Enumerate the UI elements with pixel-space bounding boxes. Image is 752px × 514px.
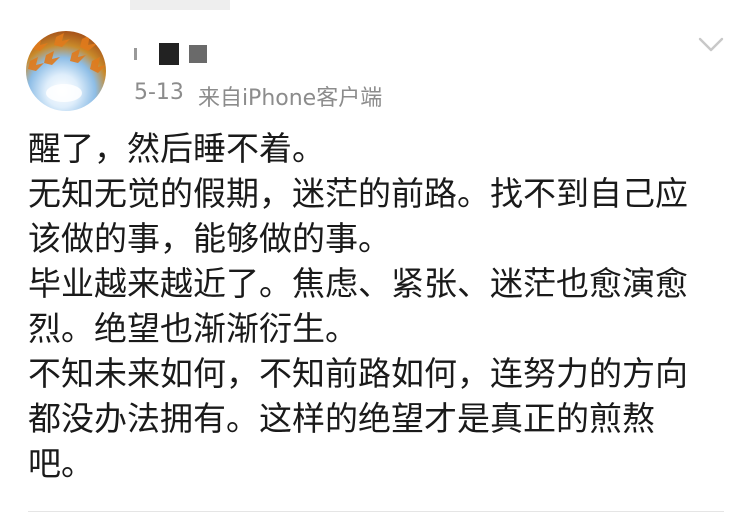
redaction-block bbox=[189, 45, 207, 63]
post-line: 该做的事，能够做的事。 bbox=[28, 219, 391, 258]
redaction-mark bbox=[134, 48, 137, 60]
post-line: 吧。 bbox=[28, 444, 94, 483]
post-content: 醒了，然后睡不着。 无知无觉的假期，迷茫的前路。找不到自己应 该做的事，能够做的… bbox=[28, 126, 728, 486]
redaction-block bbox=[159, 43, 179, 65]
post-time: 5-13 bbox=[134, 80, 184, 105]
post-meta: 5-13 来自iPhone客户端 bbox=[134, 80, 382, 112]
weibo-post-card: 5-13 来自iPhone客户端 醒了，然后睡不着。 无知无觉的假期，迷茫的前路… bbox=[0, 0, 752, 514]
post-line: 无知无觉的假期，迷茫的前路。找不到自己应 bbox=[28, 174, 688, 213]
post-line: 毕业越来越近了。焦虑、紧张、迷茫也愈演愈 bbox=[28, 264, 688, 303]
post-line: 烈。绝望也渐渐衍生。 bbox=[28, 309, 358, 348]
username-redacted[interactable] bbox=[134, 40, 207, 68]
avatar[interactable] bbox=[26, 31, 106, 111]
post-line: 都没办法拥有。这样的绝望才是真正的煎熬 bbox=[28, 399, 655, 438]
avatar-image bbox=[28, 33, 106, 102]
post-line: 不知未来如何，不知前路如何，连努力的方向 bbox=[28, 354, 688, 393]
chevron-down-icon[interactable] bbox=[696, 32, 726, 56]
post-line: 醒了，然后睡不着。 bbox=[28, 129, 325, 168]
top-fade bbox=[130, 0, 230, 10]
post-source[interactable]: 来自iPhone客户端 bbox=[198, 80, 382, 112]
divider bbox=[28, 511, 724, 512]
